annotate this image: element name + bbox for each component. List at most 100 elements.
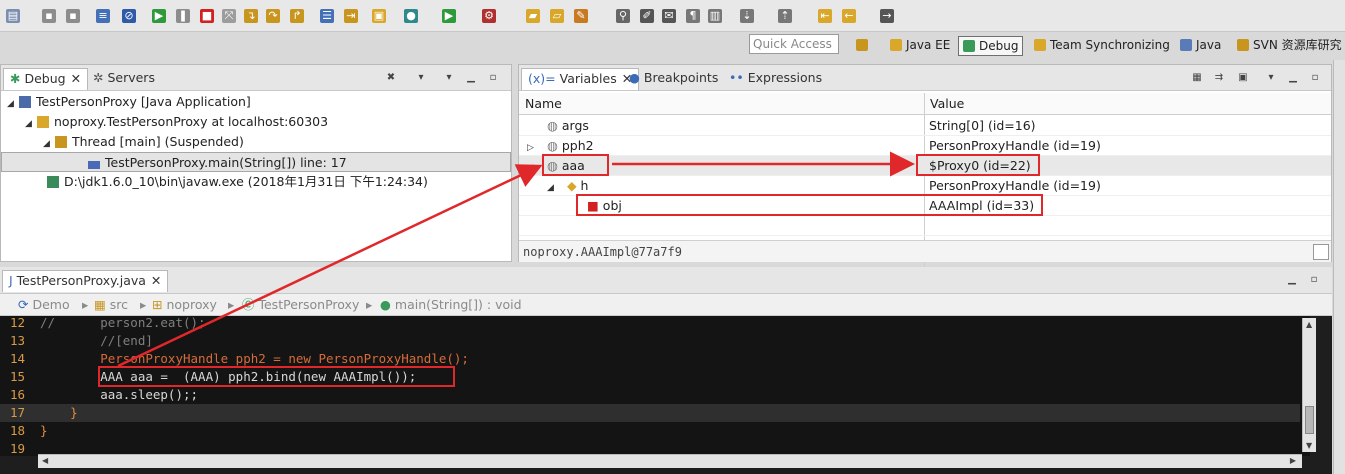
step-into-icon[interactable]: ↴: [244, 9, 258, 23]
open-perspective-button[interactable]: [856, 36, 872, 56]
open-type-icon[interactable]: ▣: [372, 9, 386, 23]
brush-icon[interactable]: ✎: [574, 9, 588, 23]
scroll-thumb[interactable]: [1305, 406, 1314, 434]
tab-expressions[interactable]: •• Expressions: [723, 68, 828, 90]
code-editor[interactable]: 12 // person2.eat(); 13 //[end] 14 Person…: [0, 315, 1310, 456]
scroll-right-icon[interactable]: ▶: [1290, 456, 1296, 465]
open-perspective-icon: [856, 39, 868, 51]
line-number: 12: [10, 315, 26, 330]
breadcrumb-package[interactable]: ⊞ noproxy: [152, 297, 217, 313]
debug-run-icon[interactable]: ●: [404, 9, 418, 23]
tab-debug[interactable]: ✱ Debug ✕: [3, 68, 89, 90]
show-logical-icon[interactable]: ⇉: [1213, 72, 1225, 84]
run-icon[interactable]: ▶: [442, 9, 456, 23]
open-file-icon[interactable]: ▱: [550, 9, 564, 23]
disconnect-icon[interactable]: ⤧: [222, 9, 236, 23]
skip-breakpoints-icon[interactable]: ⊘: [122, 9, 136, 23]
last-edit-icon[interactable]: ⇤: [818, 9, 832, 23]
remove-terminated-icon[interactable]: ✖: [385, 72, 397, 84]
tab-editor-file[interactable]: J TestPersonProxy.java ✕: [2, 270, 169, 292]
tree-row-launch[interactable]: ◢ TestPersonProxy [Java Application]: [1, 92, 511, 112]
perspective-team-sync[interactable]: Team Synchronizing: [1034, 36, 1170, 56]
detail-scroll-box[interactable]: [1313, 244, 1329, 260]
open-folder-icon[interactable]: ▰: [526, 9, 540, 23]
minimize-icon[interactable]: ▁: [1287, 72, 1299, 84]
column-name[interactable]: Name: [525, 93, 562, 115]
back-icon[interactable]: ←: [842, 9, 856, 23]
expand-arrow-icon[interactable]: ◢: [547, 178, 559, 198]
search-tool-icon[interactable]: ⚲: [616, 9, 630, 23]
resume-icon[interactable]: ▶: [152, 9, 166, 23]
tab-variables[interactable]: (x)= Variables ✕: [521, 68, 640, 90]
prev-annotation-icon[interactable]: ⇡: [778, 9, 792, 23]
console-icon[interactable]: ≡: [96, 9, 110, 23]
tree-label: TestPersonProxy.main(String[]) line: 17: [105, 155, 347, 170]
breadcrumb-class[interactable]: Ⓒ TestPersonProxy: [242, 297, 359, 313]
tree-row-thread[interactable]: ◢ Thread [main] (Suspended): [1, 132, 511, 152]
expand-arrow-icon[interactable]: ◢: [25, 114, 37, 134]
view-menu-icon[interactable]: ▾: [415, 72, 427, 84]
tab-breakpoints[interactable]: ● Breakpoints: [623, 68, 724, 90]
minimize-icon[interactable]: ▁: [1286, 274, 1298, 286]
vertical-scrollbar[interactable]: ▲ ▼: [1302, 318, 1316, 452]
expand-arrow-icon[interactable]: ▷: [527, 138, 539, 158]
external-tools-icon[interactable]: ⚙: [482, 9, 496, 23]
thread-icon: [55, 136, 67, 148]
expand-arrow-icon[interactable]: ◢: [43, 134, 55, 154]
variable-row-h[interactable]: ◢ ◆ h PersonProxyHandle (id=19): [519, 176, 1331, 196]
expand-arrow-icon[interactable]: ◢: [527, 158, 539, 178]
breadcrumb-src[interactable]: ▦ src: [94, 297, 128, 313]
step-return-icon[interactable]: ↱: [290, 9, 304, 23]
scroll-left-icon[interactable]: ◀: [42, 456, 48, 465]
new-icon[interactable]: ▤: [6, 9, 20, 23]
perspective-svn[interactable]: SVN 资源库研究: [1237, 36, 1342, 56]
detail-pane[interactable]: noproxy.AAAImpl@77a7f9: [519, 240, 1331, 262]
close-icon[interactable]: ✕: [71, 71, 81, 86]
suspend-icon[interactable]: ❚: [176, 9, 190, 23]
horizontal-scrollbar[interactable]: ◀ ▶: [38, 454, 1302, 468]
variables-view: (x)= Variables ✕ ● Breakpoints •• Express…: [518, 64, 1332, 283]
collapse-icon[interactable]: ▾: [443, 72, 455, 84]
pen-icon[interactable]: ✐: [640, 9, 654, 23]
tab-servers[interactable]: ✲ Servers: [87, 68, 161, 90]
forward-icon[interactable]: →: [880, 9, 894, 23]
line-number: 18: [10, 423, 26, 438]
tree-row-process[interactable]: D:\jdk1.6.0_10\bin\javaw.exe (2018年1月31日…: [1, 172, 511, 192]
breadcrumb-method[interactable]: ● main(String[]) : void: [380, 297, 522, 313]
expand-arrow-icon[interactable]: ◢: [7, 94, 19, 114]
use-step-filters-icon[interactable]: ⇥: [344, 9, 358, 23]
variable-row-args[interactable]: ◍ args String[0] (id=16): [519, 116, 1331, 136]
perspective-debug[interactable]: Debug: [958, 36, 1024, 56]
breadcrumb: ⟳ Demo ▸ ▦ src ▸ ⊞ noproxy ▸ Ⓒ TestPerso…: [0, 294, 1332, 316]
close-icon[interactable]: ✕: [151, 273, 161, 288]
annotation-icon[interactable]: ✉: [662, 9, 676, 23]
scroll-down-icon[interactable]: ▼: [1306, 441, 1312, 450]
minimize-icon[interactable]: ▁: [465, 72, 477, 84]
scroll-up-icon[interactable]: ▲: [1306, 320, 1312, 329]
terminate-icon[interactable]: ■: [200, 9, 214, 23]
tree-row-stack-frame[interactable]: TestPersonProxy.main(String[]) line: 17: [1, 152, 511, 172]
variable-row-aaa[interactable]: ◢ ◍ aaa $Proxy0 (id=22): [519, 156, 1331, 176]
maximize-icon[interactable]: ▫: [1308, 274, 1320, 286]
tree-row-target[interactable]: ◢ noproxy.TestPersonProxy at localhost:60…: [1, 112, 511, 132]
perspective-label: Java EE: [906, 38, 951, 52]
paragraph-icon[interactable]: ¶: [686, 9, 700, 23]
step-over-icon[interactable]: ↷: [266, 9, 280, 23]
variable-row-pph2[interactable]: ▷ ◍ pph2 PersonProxyHandle (id=19): [519, 136, 1331, 156]
drop-to-frame-icon[interactable]: ☰: [320, 9, 334, 23]
save-icon[interactable]: ▪: [42, 9, 56, 23]
quick-access-input[interactable]: Quick Access: [749, 34, 839, 54]
next-annotation-icon[interactable]: ⇣: [740, 9, 754, 23]
maximize-icon[interactable]: ▫: [487, 72, 499, 84]
perspective-java[interactable]: Java: [1180, 36, 1221, 56]
column-icon[interactable]: ▥: [708, 9, 722, 23]
save-all-icon[interactable]: ▪: [66, 9, 80, 23]
breadcrumb-project[interactable]: ⟳ Demo: [18, 297, 70, 313]
view-menu-icon[interactable]: ▾: [1265, 72, 1277, 84]
perspective-java-ee[interactable]: Java EE: [890, 36, 950, 56]
variable-row-obj[interactable]: ■ obj AAAImpl (id=33): [519, 196, 1331, 216]
collapse-all-icon[interactable]: ▣: [1237, 72, 1249, 84]
show-type-names-icon[interactable]: ▦: [1191, 72, 1203, 84]
maximize-icon[interactable]: ▫: [1309, 72, 1321, 84]
column-value[interactable]: Value: [930, 93, 964, 115]
